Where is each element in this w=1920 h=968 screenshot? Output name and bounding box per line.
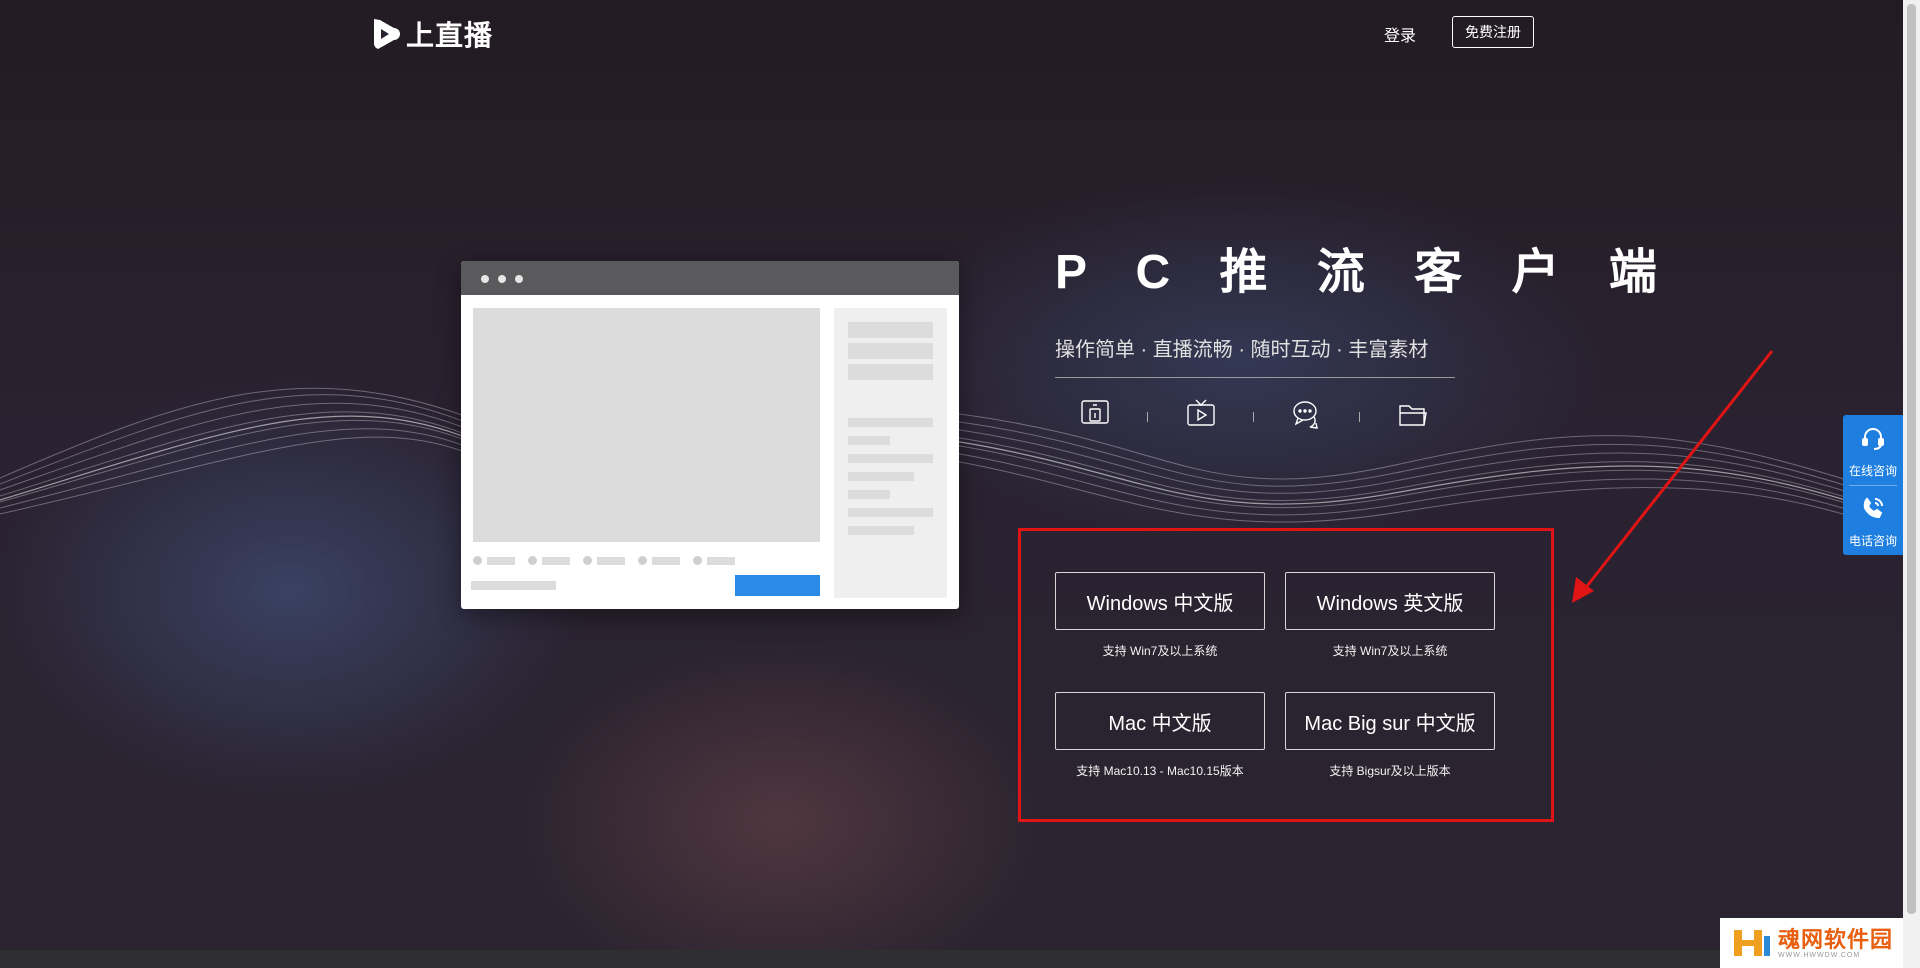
title-divider — [1055, 377, 1455, 378]
feature-separator — [1147, 412, 1148, 422]
tv-play-icon — [1187, 399, 1215, 426]
feature-separator — [1253, 412, 1254, 422]
mockup-video-area — [473, 308, 820, 542]
download-mac-bigsur-note: 支持 Bigsur及以上版本 — [1329, 764, 1451, 778]
mockup-start-button — [735, 575, 820, 596]
floating-contact-widget: 在线咨询 电话咨询 — [1843, 415, 1903, 555]
page-subtitle: 操作简单 · 直播流畅 · 随时互动 · 丰富素材 — [1055, 339, 1429, 361]
client-mockup-illustration — [461, 261, 959, 609]
headset-icon — [1862, 428, 1884, 450]
chat-bubbles-icon — [1293, 401, 1318, 429]
window-dot — [515, 275, 523, 283]
download-windows-en-note: 支持 Win7及以上系统 — [1332, 644, 1448, 658]
phone-consult-button[interactable]: 电话咨询 — [1843, 485, 1903, 555]
page-scrollbar[interactable] — [1903, 0, 1920, 968]
folder-icon — [1399, 405, 1427, 426]
phone-consult-label: 电话咨询 — [1848, 534, 1897, 548]
mockup-status-bar — [471, 581, 556, 590]
mockup-titlebar — [461, 261, 959, 295]
play-logo-icon — [374, 19, 400, 49]
register-button[interactable]: 免费注册 — [1452, 16, 1534, 48]
screen-share-icon — [1081, 400, 1109, 424]
footer-strip — [0, 950, 1920, 968]
download-mac-cn-button[interactable]: Mac 中文版 — [1055, 692, 1265, 750]
download-windows-cn-button[interactable]: Windows 中文版 — [1055, 572, 1265, 630]
login-link[interactable]: 登录 — [1384, 22, 1416, 46]
phone-icon — [1863, 497, 1883, 519]
site-watermark: 魂网软件园 WWW.HWWDW.COM — [1720, 918, 1903, 968]
download-windows-en-button[interactable]: Windows 英文版 — [1285, 572, 1495, 630]
watermark-url: WWW.HWWDW.COM — [1778, 951, 1861, 959]
scrollbar-thumb[interactable] — [1907, 4, 1916, 914]
online-consult-label: 在线咨询 — [1848, 464, 1897, 478]
red-arrow-annotation — [1572, 350, 1774, 603]
page-title: P C 推 流 客 户 端 — [1055, 246, 1675, 299]
logo-text: 上直播 — [406, 20, 494, 51]
top-header: 上直播 登录 免费注册 — [0, 0, 1903, 64]
download-windows-cn-note: 支持 Win7及以上系统 — [1102, 644, 1218, 658]
window-dot — [481, 275, 489, 283]
online-consult-button[interactable]: 在线咨询 — [1843, 415, 1903, 485]
watermark-text: 魂网软件园 — [1778, 926, 1894, 952]
site-logo[interactable]: 上直播 — [366, 14, 493, 54]
window-dot — [498, 275, 506, 283]
feature-separator — [1359, 412, 1360, 422]
watermark-logo-icon — [1734, 930, 1770, 956]
download-mac-bigsur-button[interactable]: Mac Big sur 中文版 — [1285, 692, 1495, 750]
mockup-sidebar — [834, 308, 947, 598]
download-mac-cn-note: 支持 Mac10.13 - Mac10.15版本 — [1076, 764, 1244, 778]
